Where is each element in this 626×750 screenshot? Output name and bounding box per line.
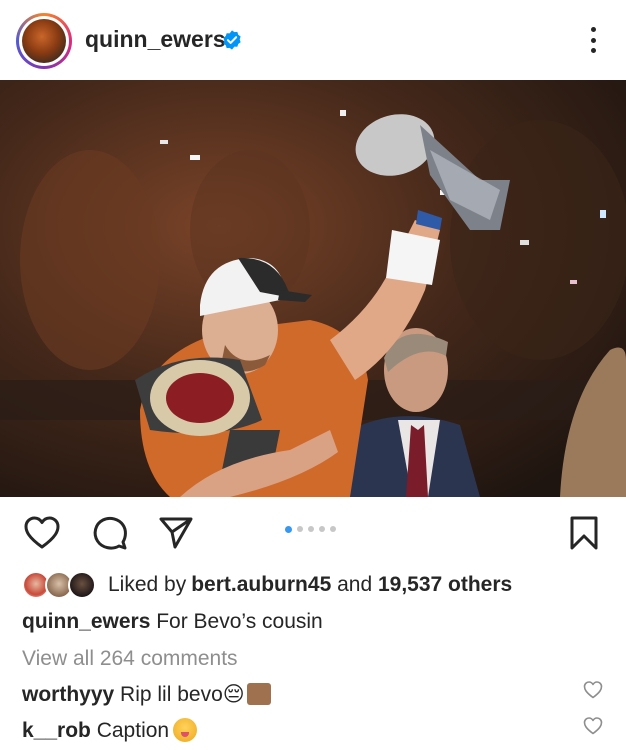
liker-avatars [22, 571, 100, 599]
caption: quinn_ewers For Bevo’s cousin [22, 610, 323, 634]
view-all-comments-link[interactable]: View all 264 comments [22, 647, 238, 671]
carousel-dot [330, 526, 336, 532]
save-button[interactable] [564, 513, 604, 553]
share-button[interactable] [156, 513, 196, 553]
comment-username[interactable]: worthyyy [22, 683, 114, 706]
avatar[interactable] [16, 13, 72, 69]
comment-username[interactable]: k__rob [22, 719, 91, 742]
likes-summary[interactable]: Liked by bert.auburn45 and 19,537 others [22, 570, 512, 600]
likes-prefix: Liked by [108, 573, 187, 596]
caption-username[interactable]: quinn_ewers [22, 610, 150, 633]
comment-text: Caption [90, 719, 170, 742]
action-bar [0, 505, 626, 561]
likes-others[interactable]: 19,537 others [378, 573, 512, 597]
like-button[interactable] [22, 513, 62, 553]
carousel-dot [297, 526, 303, 532]
send-icon [159, 517, 193, 549]
post-header: quinn_ewers [0, 0, 626, 80]
comment-like-heart-icon[interactable] [583, 716, 603, 736]
likes-user[interactable]: bert.auburn45 [191, 573, 331, 597]
comment-like-heart-icon[interactable] [583, 680, 603, 700]
post-photo-illustration [0, 80, 626, 497]
verified-badge-icon [223, 30, 241, 50]
heart-icon [24, 516, 60, 549]
more-dot [590, 27, 596, 32]
more-dot [590, 37, 596, 43]
more-dot [590, 48, 596, 53]
carousel-dot [319, 526, 325, 532]
caption-text: For Bevo’s cousin [150, 610, 323, 633]
comment-text: Rip lil bevo😔 [114, 683, 245, 706]
comment-icon [93, 516, 127, 550]
likes-middle: and [331, 573, 378, 596]
avatar-frame [19, 16, 69, 66]
carousel-dot-active [285, 525, 292, 533]
post-photo[interactable] [0, 80, 626, 497]
emoji-tongue-face-icon [173, 718, 198, 742]
comment-row: k__rob Caption [22, 718, 198, 743]
post-username[interactable]: quinn_ewers [85, 26, 226, 53]
more-icon[interactable] [583, 24, 603, 56]
emoji-brown-square-icon [246, 683, 271, 705]
bookmark-icon [570, 516, 598, 550]
carousel-dot [308, 526, 314, 532]
avatar-image [22, 19, 66, 63]
comment-button[interactable] [90, 513, 130, 553]
carousel-indicator [285, 525, 336, 533]
comment-row: worthyyy Rip lil bevo😔 [22, 682, 271, 707]
liker-avatar [68, 571, 96, 599]
